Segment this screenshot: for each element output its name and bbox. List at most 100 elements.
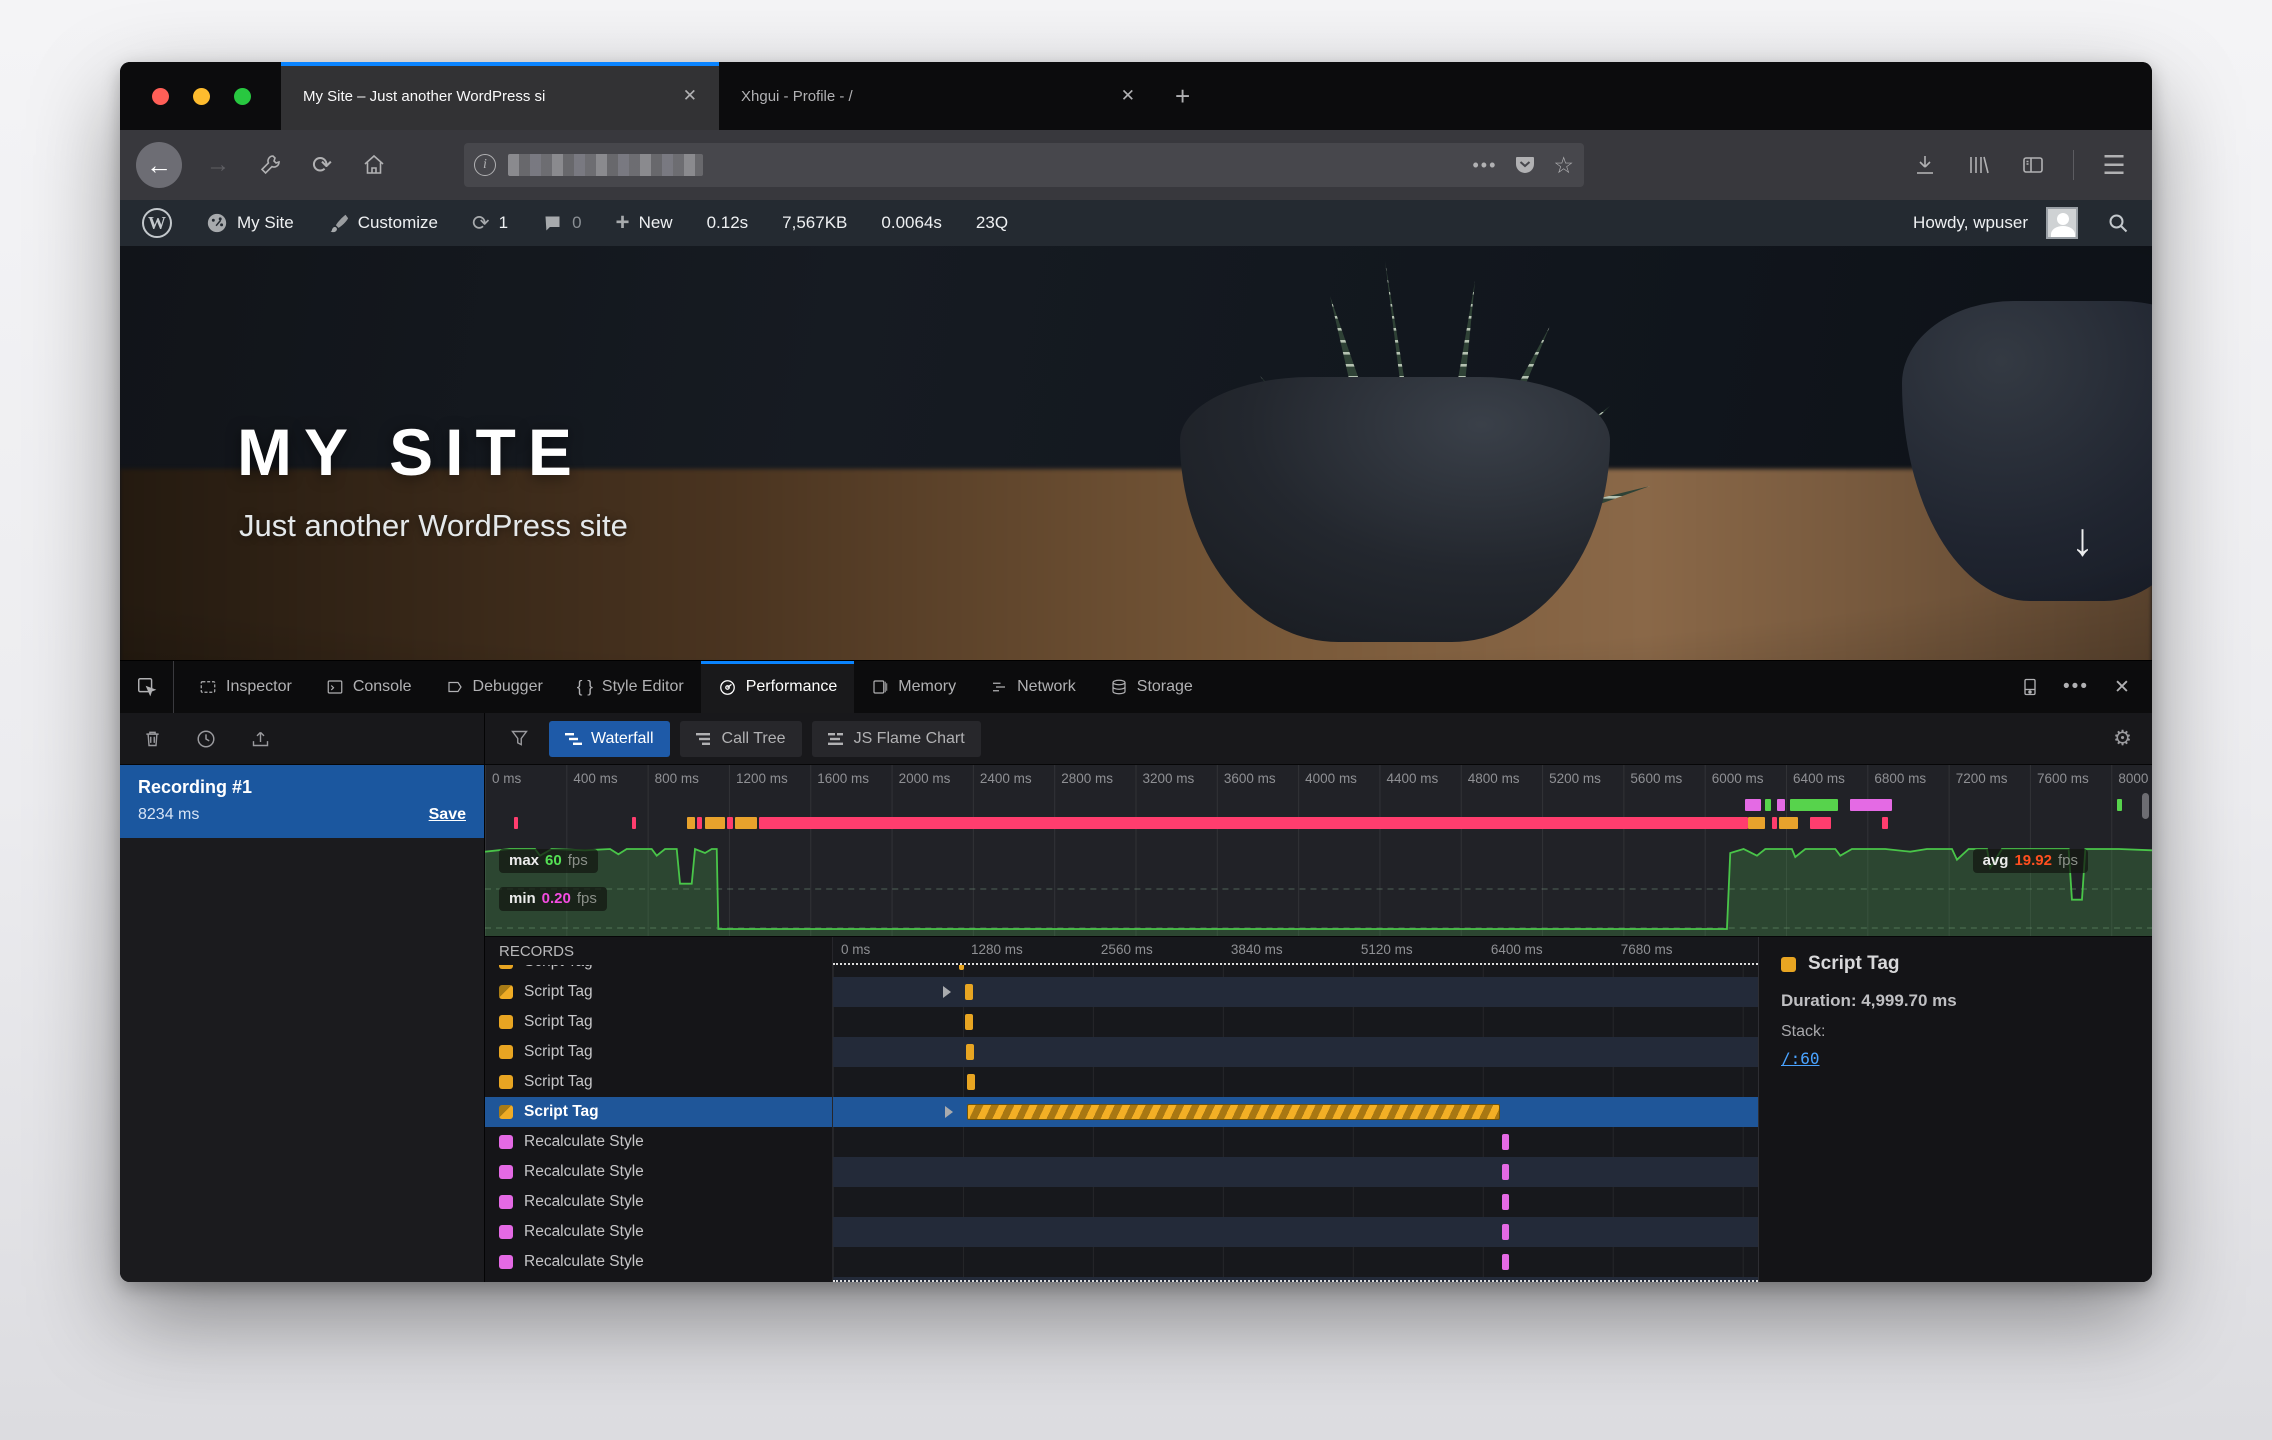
record-row-lane[interactable] bbox=[833, 965, 1758, 977]
filter-funnel-icon[interactable] bbox=[499, 720, 539, 758]
downloads-icon[interactable] bbox=[1903, 143, 1947, 187]
ruler-tick: 2000 ms bbox=[892, 771, 951, 786]
search-icon[interactable] bbox=[2106, 211, 2130, 235]
recording-item[interactable]: Recording #1 8234 ms Save bbox=[120, 765, 484, 838]
pocket-icon[interactable] bbox=[1513, 153, 1537, 177]
pick-element-icon[interactable] bbox=[120, 661, 174, 713]
record-row-lane[interactable] bbox=[833, 1067, 1758, 1097]
waterfall-bar[interactable] bbox=[1502, 1164, 1509, 1180]
close-window-button[interactable] bbox=[152, 88, 169, 105]
script-marker-icon bbox=[499, 965, 513, 969]
view-tab-js-flame-chart[interactable]: JS Flame Chart bbox=[812, 721, 981, 757]
record-row-lane[interactable] bbox=[833, 1097, 1758, 1127]
wp-customize-menu[interactable]: Customize bbox=[311, 200, 455, 246]
minimize-window-button[interactable] bbox=[193, 88, 210, 105]
devtools-tab-storage[interactable]: Storage bbox=[1093, 661, 1210, 713]
waterfall-bar[interactable] bbox=[1502, 1254, 1509, 1270]
wp-logo-menu[interactable]: W bbox=[142, 200, 189, 246]
url-bar[interactable]: i ••• ☆ bbox=[464, 143, 1584, 187]
record-row-lane[interactable] bbox=[833, 1007, 1758, 1037]
record-row-label[interactable]: Recalculate Style bbox=[485, 1187, 832, 1217]
site-info-icon[interactable]: i bbox=[474, 154, 496, 176]
tab-my-site[interactable]: My Site – Just another WordPress si ✕ bbox=[281, 62, 719, 130]
record-row-label[interactable]: Recalculate Style bbox=[485, 1157, 832, 1187]
save-recording-link[interactable]: Save bbox=[429, 806, 466, 824]
view-tab-waterfall[interactable]: Waterfall bbox=[549, 721, 670, 757]
devtools-tab-memory[interactable]: Memory bbox=[854, 661, 973, 713]
expand-arrow-icon[interactable] bbox=[943, 986, 951, 998]
new-tab-button[interactable]: + bbox=[1157, 62, 1208, 130]
records-lane-column[interactable]: 0 ms1280 ms2560 ms3840 ms5120 ms6400 ms7… bbox=[832, 937, 1758, 1282]
waterfall-bar[interactable] bbox=[967, 1104, 1500, 1120]
record-row-lane[interactable] bbox=[833, 1247, 1758, 1277]
devtools-tab-debugger[interactable]: Debugger bbox=[429, 661, 560, 713]
waterfall-bar[interactable] bbox=[1502, 1224, 1509, 1240]
bookmark-star-icon[interactable]: ☆ bbox=[1553, 152, 1574, 179]
forward-button[interactable]: → bbox=[196, 143, 240, 187]
wp-updates-menu[interactable]: ⟳ 1 bbox=[455, 200, 525, 246]
record-row-lane[interactable] bbox=[833, 1187, 1758, 1217]
record-row-label[interactable]: Recalculate Style bbox=[485, 1247, 832, 1277]
overview-scrollbar-thumb[interactable] bbox=[2142, 793, 2149, 819]
record-row-label[interactable]: Script Tag bbox=[485, 1007, 832, 1037]
wp-new-menu[interactable]: + New bbox=[599, 200, 690, 246]
waterfall-bar[interactable] bbox=[1502, 1134, 1509, 1150]
scroll-down-arrow[interactable]: ↓ bbox=[2071, 512, 2094, 566]
devtools-tab-console[interactable]: Console bbox=[309, 661, 429, 713]
waterfall-records: RECORDS Script TagScript TagScript TagSc… bbox=[485, 937, 2152, 1282]
record-row-lane[interactable] bbox=[833, 1127, 1758, 1157]
view-tab-call-tree[interactable]: Call Tree bbox=[680, 721, 802, 757]
devtools-tab-inspector[interactable]: Inspector bbox=[182, 661, 309, 713]
reload-button[interactable]: ⟳ bbox=[300, 143, 344, 187]
waterfall-bar[interactable] bbox=[967, 1074, 975, 1090]
page-actions-icon[interactable]: ••• bbox=[1472, 155, 1497, 176]
waterfall-bar[interactable] bbox=[965, 984, 973, 1000]
devtools-meatball-menu-icon[interactable]: ••• bbox=[2056, 667, 2096, 707]
record-row-lane[interactable] bbox=[833, 1217, 1758, 1247]
timeline-overview[interactable]: 0 ms400 ms800 ms1200 ms1600 ms2000 ms240… bbox=[485, 765, 2152, 937]
import-recording-icon[interactable] bbox=[240, 720, 280, 758]
record-row-label[interactable]: Script Tag bbox=[485, 1097, 832, 1127]
stack-frame-link[interactable]: /:60 bbox=[1781, 1049, 1820, 1068]
tab-xhgui[interactable]: Xhgui - Profile - / ✕ bbox=[719, 62, 1157, 130]
record-row-label[interactable]: Recalculate Style bbox=[485, 1217, 832, 1247]
record-row-label[interactable]: Script Tag bbox=[485, 965, 832, 977]
record-row-lane[interactable] bbox=[833, 1157, 1758, 1187]
devtools-tab-network[interactable]: Network bbox=[973, 661, 1093, 713]
wp-comments-menu[interactable]: 0 bbox=[525, 200, 598, 246]
home-button[interactable] bbox=[352, 143, 396, 187]
back-button[interactable]: ← bbox=[136, 142, 182, 188]
record-row-label[interactable]: Script Tag bbox=[485, 1067, 832, 1097]
record-row-label[interactable]: Recalculate Style bbox=[485, 1277, 832, 1282]
dock-side-icon[interactable] bbox=[2010, 667, 2050, 707]
wp-howdy-label[interactable]: Howdy, wpuser bbox=[1913, 213, 2028, 233]
avatar[interactable] bbox=[2046, 207, 2078, 239]
wrench-icon[interactable] bbox=[248, 143, 292, 187]
tab-close-icon[interactable]: ✕ bbox=[677, 82, 703, 110]
menu-hamburger-icon[interactable]: ☰ bbox=[2092, 143, 2136, 187]
wp-customize-label: Customize bbox=[358, 213, 438, 233]
waterfall-bar[interactable] bbox=[966, 1044, 974, 1060]
performance-settings-gear-icon[interactable]: ⚙ bbox=[2113, 726, 2138, 751]
record-performance-icon[interactable] bbox=[186, 720, 226, 758]
record-row-lane[interactable] bbox=[833, 1037, 1758, 1067]
wp-site-menu[interactable]: My Site bbox=[189, 200, 311, 246]
record-row-label[interactable]: Recalculate Style bbox=[485, 1127, 832, 1157]
library-icon[interactable] bbox=[1957, 143, 2001, 187]
clear-recordings-icon[interactable] bbox=[132, 720, 172, 758]
record-row-lane[interactable] bbox=[833, 977, 1758, 1007]
record-row-label[interactable]: Script Tag bbox=[485, 977, 832, 1007]
zoom-window-button[interactable] bbox=[234, 88, 251, 105]
sidebar-toggle-icon[interactable] bbox=[2011, 143, 2055, 187]
recordings-toolbar bbox=[120, 713, 484, 765]
tab-close-icon[interactable]: ✕ bbox=[1115, 82, 1141, 110]
waterfall-bar[interactable] bbox=[959, 965, 965, 970]
record-row-label[interactable]: Script Tag bbox=[485, 1037, 832, 1067]
pink-marker bbox=[1772, 817, 1777, 829]
waterfall-bar[interactable] bbox=[1502, 1194, 1509, 1210]
devtools-tab-style-editor[interactable]: { } Style Editor bbox=[560, 661, 701, 713]
devtools-close-icon[interactable]: ✕ bbox=[2102, 667, 2142, 707]
waterfall-bar[interactable] bbox=[965, 1014, 973, 1030]
devtools-tab-performance[interactable]: Performance bbox=[701, 661, 855, 713]
expand-arrow-icon[interactable] bbox=[945, 1106, 953, 1118]
